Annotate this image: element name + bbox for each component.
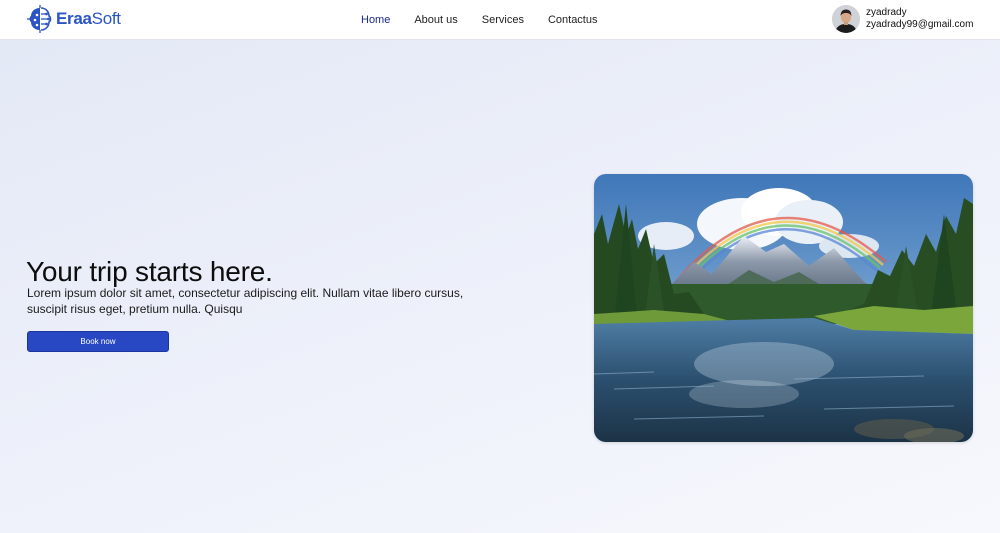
brand-name-light: Soft [91, 9, 121, 28]
avatar[interactable] [832, 5, 860, 33]
nav-about-us[interactable]: About us [414, 13, 457, 27]
user-email: zyadrady99@gmail.com [866, 19, 974, 30]
nav-contactus[interactable]: Contactus [548, 13, 598, 27]
brand-logo[interactable]: EraaSoft [26, 4, 121, 34]
user-profile[interactable]: zyadrady zyadrady99@gmail.com [832, 5, 973, 33]
user-avatar-photo [832, 5, 860, 33]
hero-title: Your trip starts here. [26, 256, 273, 287]
user-name: zyadrady [866, 7, 907, 18]
hero-description: Lorem ipsum dolor sit amet, consectetur … [27, 286, 464, 316]
brand-name-bold: Eraa [56, 9, 92, 28]
user-info: zyadrady zyadrady99@gmail.com [866, 7, 973, 31]
book-now-button[interactable]: Book now [27, 331, 169, 352]
top-navbar: EraaSoft Home About us Services Contactu… [0, 0, 1000, 40]
nav-home[interactable]: Home [361, 13, 390, 27]
circuit-brain-icon [27, 5, 52, 33]
hero-image [594, 174, 973, 442]
mountain-lake-rainbow-landscape [594, 174, 973, 442]
nav-services[interactable]: Services [482, 13, 524, 27]
main-nav: Home About us Services Contactus [361, 13, 621, 27]
brand-name: EraaSoft [56, 9, 121, 29]
